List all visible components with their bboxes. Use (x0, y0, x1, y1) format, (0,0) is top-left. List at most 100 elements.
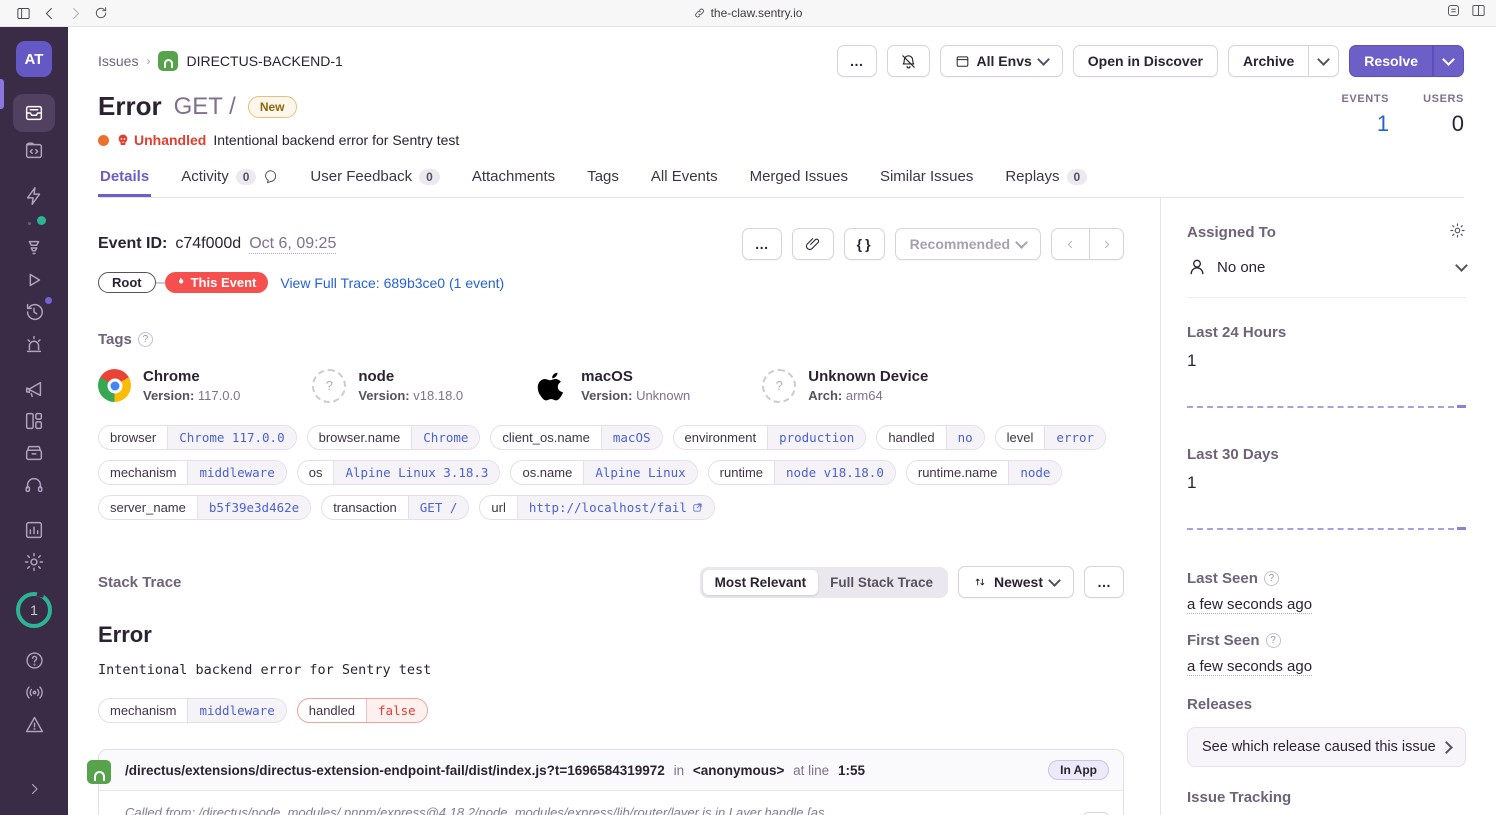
assignee-dropdown[interactable]: No one (1187, 257, 1466, 298)
tab-attachments[interactable]: Attachments (470, 168, 557, 197)
event-date[interactable]: Oct 6, 09:25 (249, 235, 336, 254)
json-button[interactable]: { } (844, 228, 885, 260)
first-seen-header: First Seen? (1187, 632, 1466, 649)
sidebar-item-performance[interactable] (14, 181, 54, 211)
resolve-button[interactable]: Resolve (1349, 45, 1433, 77)
trace-root-pill[interactable]: Root (98, 272, 156, 293)
tag-pill[interactable]: environmentproduction (673, 425, 867, 450)
sidebar-item-replays[interactable] (14, 265, 54, 295)
sidebar-item-alerts[interactable] (14, 329, 54, 359)
tab-tags[interactable]: Tags (585, 168, 621, 197)
sidebar-item-broadcasts[interactable] (14, 677, 54, 707)
all-envs-dropdown[interactable]: All Envs (940, 45, 1063, 77)
tab-details[interactable]: Details (98, 168, 151, 197)
mechanism-pill[interactable]: mechanismmiddleware (98, 698, 287, 723)
tag-pill[interactable]: mechanismmiddleware (98, 460, 287, 485)
org-avatar[interactable]: AT (16, 41, 52, 77)
last-seen-value[interactable]: a few seconds ago (1187, 596, 1312, 614)
full-stack-trace-option[interactable]: Full Stack Trace (818, 570, 945, 595)
view-full-trace-link[interactable]: View Full Trace: 689b3ce0 (1 event) (280, 275, 504, 291)
stack-trace-header: Stack Trace (98, 574, 181, 591)
tab-replays[interactable]: Replays 0 (1003, 168, 1089, 197)
tag-pill[interactable]: runtimenode v18.18.0 (708, 460, 896, 485)
sidebar-item-dashboards[interactable] (14, 515, 54, 545)
tag-pill-url[interactable]: urlhttp://localhost/fail (479, 495, 715, 520)
tag-pill[interactable]: browserChrome 117.0.0 (98, 425, 297, 450)
tag-pill[interactable]: client_os.namemacOS (490, 425, 662, 450)
sidebar-collapse-toggle[interactable] (14, 774, 54, 804)
assignee-settings-button[interactable] (1449, 222, 1466, 243)
browser-back-icon[interactable] (36, 3, 62, 23)
tags-help-icon[interactable]: ? (138, 332, 153, 347)
context-runtime[interactable]: ? node Version: v18.18.0 (312, 368, 463, 403)
sidebar-item-releases[interactable] (14, 374, 54, 404)
open-in-discover-button[interactable]: Open in Discover (1073, 45, 1218, 77)
sidebar-item-help[interactable] (14, 645, 54, 675)
flame-icon (174, 276, 186, 289)
chevron-down-icon (1455, 259, 1468, 272)
sidebar-item-sessions[interactable] (14, 297, 54, 327)
tag-pill[interactable]: os.nameAlpine Linux (510, 460, 697, 485)
prev-event-button[interactable] (1051, 228, 1089, 260)
mute-button[interactable] (887, 45, 930, 77)
handled-pill[interactable]: handledfalse (297, 698, 428, 723)
app-sidebar: AT (0, 27, 68, 815)
last-seen-help-icon[interactable]: ? (1264, 571, 1279, 586)
archive-dropdown-button[interactable] (1308, 45, 1339, 77)
tag-pill[interactable]: osAlpine Linux 3.18.3 (297, 460, 501, 485)
sidebar-item-issues[interactable] (13, 94, 55, 132)
first-seen-help-icon[interactable]: ? (1266, 633, 1281, 648)
stack-more-button[interactable]: … (1084, 566, 1124, 598)
releases-header: Releases (1187, 696, 1466, 713)
tag-pill[interactable]: levelerror (995, 425, 1106, 450)
browser-forward-icon[interactable] (62, 3, 88, 23)
sidebar-item-crons[interactable] (14, 470, 54, 500)
funnel-icon (23, 237, 45, 259)
browser-extensions-icon[interactable] (1446, 3, 1461, 23)
browser-address[interactable]: the-claw.sentry.io (694, 6, 803, 20)
grid-blocks-icon (23, 410, 45, 432)
tag-pill[interactable]: runtime.namenode (906, 460, 1063, 485)
sidebar-item-dashboards-blocks[interactable] (14, 406, 54, 436)
more-actions-button[interactable]: … (837, 45, 877, 77)
context-os[interactable]: macOS Version: Unknown (535, 368, 690, 403)
context-device[interactable]: ? Unknown Device Arch: arm64 (762, 368, 928, 403)
resolve-dropdown-button[interactable] (1433, 45, 1464, 77)
release-cause-button[interactable]: See which release caused this issue (1187, 727, 1466, 767)
stack-frame-row[interactable]: /directus/extensions/directus-extension-… (99, 750, 1123, 791)
breadcrumb-issues-link[interactable]: Issues (98, 53, 138, 69)
tab-merged-issues[interactable]: Merged Issues (748, 168, 850, 197)
expand-frames-button[interactable] (1083, 812, 1109, 815)
browser-split-view-icon[interactable] (1471, 3, 1486, 23)
tab-similar-issues[interactable]: Similar Issues (878, 168, 975, 197)
sidebar-item-archive[interactable] (14, 438, 54, 468)
tab-activity[interactable]: Activity 0 (179, 168, 280, 197)
browser-reload-icon[interactable] (88, 3, 114, 23)
sidebar-item-filter[interactable] (14, 233, 54, 263)
event-more-button[interactable]: … (742, 228, 782, 260)
tag-pill[interactable]: browser.nameChrome (307, 425, 481, 450)
braces-icon: { } (857, 236, 872, 252)
tag-pill[interactable]: server_nameb5f39e3d462e (98, 495, 311, 520)
onboarding-progress-ring[interactable]: 1 (16, 592, 52, 628)
stack-sort-dropdown[interactable]: Newest (958, 566, 1074, 598)
tag-pill[interactable]: handledno (876, 425, 984, 450)
sidebar-item-service-status[interactable] (14, 709, 54, 739)
sidebar-item-settings[interactable] (14, 547, 54, 577)
attachments-button[interactable] (792, 228, 834, 260)
context-browser[interactable]: Chrome Version: 117.0.0 (98, 368, 240, 403)
next-event-button[interactable] (1089, 228, 1124, 260)
first-seen-value[interactable]: a few seconds ago (1187, 658, 1312, 676)
archive-button[interactable]: Archive (1228, 45, 1308, 77)
this-event-pill[interactable]: This Event (165, 272, 269, 293)
sidebar-item-projects[interactable] (14, 136, 54, 166)
tag-pill[interactable]: transactionGET / (321, 495, 469, 520)
tab-user-feedback[interactable]: User Feedback 0 (308, 168, 441, 197)
browser-sidebar-icon[interactable] (10, 3, 36, 23)
most-relevant-option[interactable]: Most Relevant (703, 570, 819, 595)
users-label: USERS (1423, 93, 1464, 105)
frame-path: /directus/extensions/directus-extension-… (125, 763, 665, 778)
recommended-dropdown[interactable]: Recommended (895, 228, 1041, 260)
events-count[interactable]: 1 (1341, 111, 1389, 137)
tab-all-events[interactable]: All Events (649, 168, 720, 197)
